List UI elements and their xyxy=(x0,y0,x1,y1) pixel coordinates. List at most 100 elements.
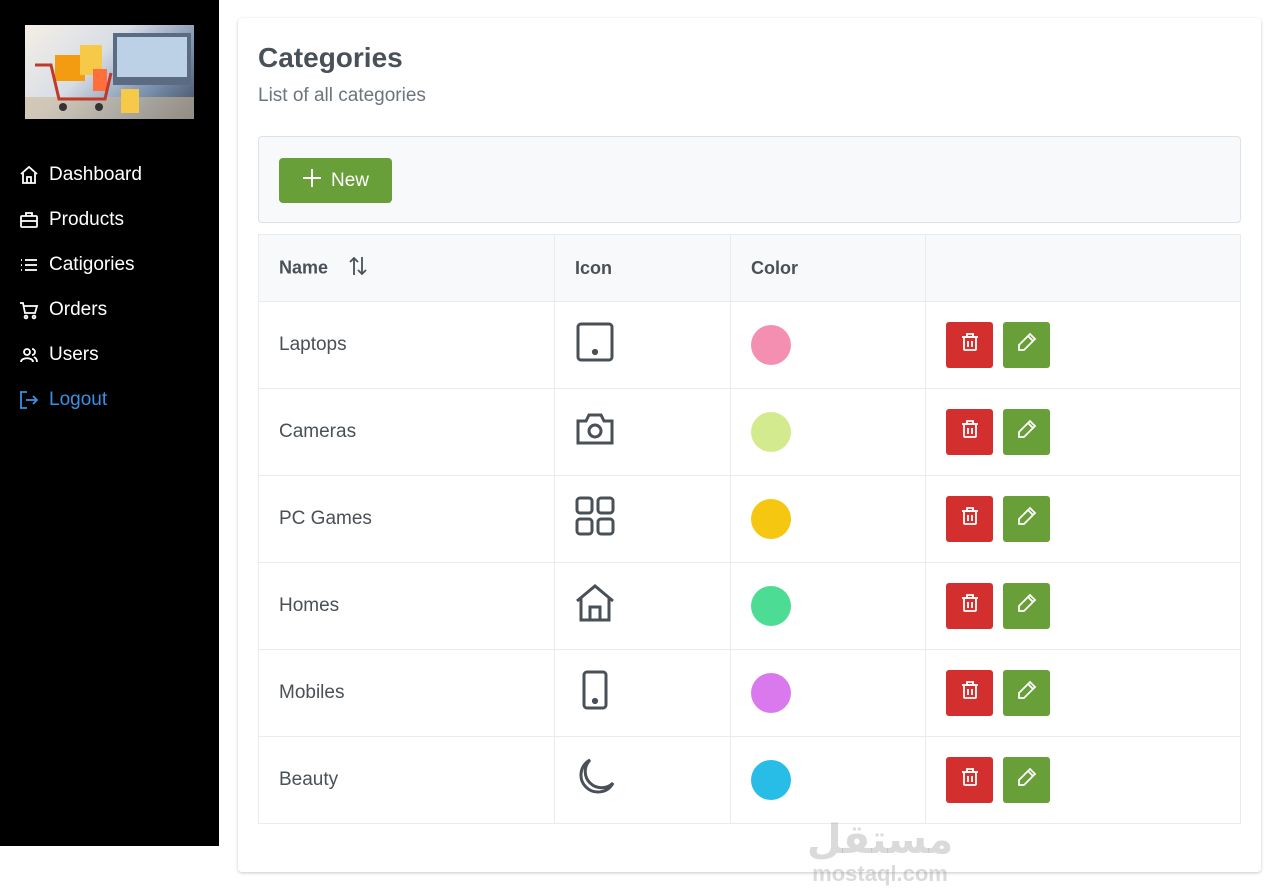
category-actions xyxy=(925,736,1241,824)
sidebar-item-users[interactable]: Users xyxy=(18,332,208,377)
delete-button[interactable] xyxy=(946,757,993,803)
edit-button[interactable] xyxy=(1003,322,1050,368)
table-header-row: Name Icon Color xyxy=(258,234,1241,302)
sidebar-item-label: Users xyxy=(49,343,99,365)
sidebar-item-categories[interactable]: Catigories xyxy=(18,242,208,287)
pencil-icon xyxy=(1017,767,1037,793)
delete-button[interactable] xyxy=(946,322,993,368)
column-header-actions xyxy=(925,234,1241,302)
edit-button[interactable] xyxy=(1003,757,1050,803)
category-actions xyxy=(925,475,1241,563)
edit-button[interactable] xyxy=(1003,409,1050,455)
category-name: PC Games xyxy=(258,475,555,563)
grid-icon xyxy=(575,496,615,541)
category-icon-cell xyxy=(554,562,731,650)
category-color-cell xyxy=(730,388,926,476)
categories-card: Categories List of all categories New Na… xyxy=(238,18,1261,886)
category-icon-cell xyxy=(554,475,731,563)
table-row: PC Games xyxy=(258,475,1241,563)
color-swatch xyxy=(751,499,791,539)
table-row: Mobiles xyxy=(258,649,1241,737)
table-row: Cameras xyxy=(258,388,1241,476)
new-category-button[interactable]: New xyxy=(279,158,392,203)
color-swatch xyxy=(751,586,791,626)
page-subtitle: List of all categories xyxy=(258,85,426,106)
sidebar-item-label: Catigories xyxy=(49,253,135,275)
pencil-icon xyxy=(1017,419,1037,445)
category-icon-cell xyxy=(554,301,731,389)
category-actions xyxy=(925,301,1241,389)
sidebar-item-orders[interactable]: Orders xyxy=(18,287,208,332)
table-row: Homes xyxy=(258,562,1241,650)
plus-icon xyxy=(302,168,322,194)
users-icon xyxy=(18,344,40,366)
sidebar-item-label: Orders xyxy=(49,298,108,320)
category-color-cell xyxy=(730,736,926,824)
sidebar-nav: Dashboard Products Catigories Orders Use… xyxy=(18,152,208,422)
home-icon xyxy=(575,584,615,628)
trash-icon xyxy=(960,593,980,619)
moon-icon xyxy=(575,758,615,802)
pencil-icon xyxy=(1017,593,1037,619)
categories-table: Name Icon Color Laptops Cameras PC Games Ho… xyxy=(258,234,1241,824)
trash-icon xyxy=(960,506,980,532)
color-swatch xyxy=(751,325,791,365)
trash-icon xyxy=(960,419,980,445)
category-actions xyxy=(925,388,1241,476)
color-swatch xyxy=(751,760,791,800)
category-color-cell xyxy=(730,301,926,389)
trash-icon xyxy=(960,332,980,358)
category-actions xyxy=(925,649,1241,737)
category-name: Laptops xyxy=(258,301,555,389)
toolbar: New xyxy=(258,136,1241,223)
home-icon xyxy=(18,164,40,186)
category-color-cell xyxy=(730,475,926,563)
watermark: مستقل mostaql.com xyxy=(800,818,960,886)
category-color-cell xyxy=(730,649,926,737)
category-name: Homes xyxy=(258,562,555,650)
table-row: Laptops xyxy=(258,301,1241,389)
new-button-label: New xyxy=(330,169,369,191)
category-icon-cell xyxy=(554,736,731,824)
edit-button[interactable] xyxy=(1003,670,1050,716)
watermark-arabic: مستقل xyxy=(806,818,954,862)
sidebar-item-products[interactable]: Products xyxy=(18,197,208,242)
column-header-color: Color xyxy=(730,234,926,302)
pencil-icon xyxy=(1017,506,1037,532)
sort-icon[interactable] xyxy=(347,255,369,282)
delete-button[interactable] xyxy=(946,670,993,716)
category-color-cell xyxy=(730,562,926,650)
sidebar-item-logout[interactable]: Logout xyxy=(18,377,208,422)
camera-icon xyxy=(575,413,615,454)
page-title: Categories xyxy=(258,42,403,73)
delete-button[interactable] xyxy=(946,496,993,542)
sidebar-item-dashboard[interactable]: Dashboard xyxy=(18,152,208,197)
sign-out-icon xyxy=(18,389,40,411)
edit-button[interactable] xyxy=(1003,496,1050,542)
category-name: Beauty xyxy=(258,736,555,824)
color-swatch xyxy=(751,412,791,452)
delete-button[interactable] xyxy=(946,583,993,629)
category-actions xyxy=(925,562,1241,650)
list-icon xyxy=(18,254,40,276)
cart-icon xyxy=(18,299,40,321)
column-header-name[interactable]: Name xyxy=(258,234,555,302)
column-header-icon: Icon xyxy=(554,234,731,302)
category-icon-cell xyxy=(554,388,731,476)
category-name: Mobiles xyxy=(258,649,555,737)
delete-button[interactable] xyxy=(946,409,993,455)
table-row: Beauty xyxy=(258,736,1241,824)
edit-button[interactable] xyxy=(1003,583,1050,629)
category-name: Cameras xyxy=(258,388,555,476)
briefcase-icon xyxy=(18,209,40,231)
color-swatch xyxy=(751,673,791,713)
watermark-latin: mostaql.com xyxy=(812,861,948,886)
sidebar-item-label: Dashboard xyxy=(49,163,142,185)
category-icon-cell xyxy=(554,649,731,737)
column-header-label: Name xyxy=(279,256,329,277)
sidebar-item-label: Logout xyxy=(49,388,108,410)
sidebar: Dashboard Products Catigories Orders Use… xyxy=(0,0,219,846)
pencil-icon xyxy=(1017,332,1037,358)
trash-icon xyxy=(960,680,980,706)
trash-icon xyxy=(960,767,980,793)
